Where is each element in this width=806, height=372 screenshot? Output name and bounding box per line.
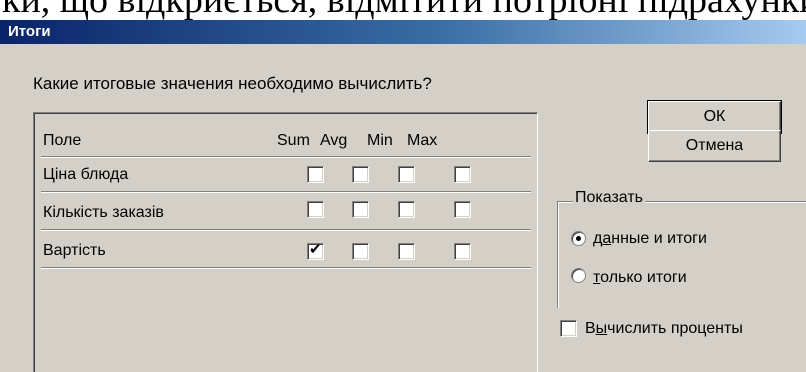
ok-button[interactable]: ОК (647, 100, 782, 134)
radio-detail-and-totals[interactable] (571, 231, 586, 246)
radio-detail-label-rest: нные и итоги (611, 230, 707, 247)
column-header-max: Max (407, 132, 438, 149)
show-group-legend: Показать (573, 188, 646, 208)
percent-label-accel: ы (595, 320, 608, 337)
checkbox-price-avg[interactable]: ✔ (352, 166, 369, 183)
checkbox-orders-max[interactable]: ✔ (454, 201, 471, 218)
checkbox-calculate-percent[interactable]: ✔ (560, 320, 577, 337)
row-separator (41, 191, 531, 193)
checkbox-cost-sum[interactable]: ✔ (307, 241, 324, 260)
document-background: ки, що відкриється, відмітити потрібні п… (0, 0, 806, 20)
checkbox-price-max[interactable]: ✔ (454, 166, 471, 183)
cancel-button[interactable]: Отмена (648, 130, 781, 162)
dialog-titlebar[interactable]: Итоги (0, 20, 806, 44)
percent-label-rest: числить проценты (607, 320, 743, 337)
show-groupbox (557, 201, 806, 308)
radio-detail-label-prefix: д (593, 230, 603, 247)
radio-detail-label[interactable]: данные и итоги (593, 229, 707, 249)
percent-label-prefix: В (585, 320, 596, 337)
checkbox-price-sum[interactable]: ✔ (307, 166, 324, 183)
radio-summary-label[interactable]: только итоги (593, 268, 687, 288)
radio-totals-only[interactable] (571, 268, 586, 283)
row-separator (41, 267, 531, 269)
column-header-avg: Avg (320, 132, 348, 149)
field-name-price: Ціна блюда (43, 166, 129, 183)
radio-summary-label-rest: олько итоги (600, 269, 687, 286)
field-name-cost: Вартість (43, 242, 106, 259)
field-column-header: Поле (43, 132, 82, 149)
checkbox-cost-min[interactable]: ✔ (398, 243, 415, 260)
header-separator (41, 156, 531, 158)
checkbox-cost-avg[interactable]: ✔ (352, 243, 369, 260)
column-header-min: Min (367, 132, 393, 149)
field-name-orders: Кількість заказів (43, 204, 164, 221)
radio-detail-label-accel: а (602, 230, 612, 247)
fields-panel: Поле Sum Avg Min Max Ціна блюда ✔ ✔ ✔ ✔ … (33, 112, 538, 372)
checkbox-orders-min[interactable]: ✔ (398, 201, 415, 218)
checkbox-cost-max[interactable]: ✔ (454, 243, 471, 260)
check-mark-icon: ✔ (309, 241, 322, 258)
document-text: ки, що відкриється, відмітити потрібні п… (2, 0, 806, 20)
calculate-percent-label[interactable]: Вычислить проценты (585, 319, 743, 339)
radio-dot-icon (576, 236, 581, 241)
checkbox-price-min[interactable]: ✔ (398, 166, 415, 183)
dialog-title: Итоги (8, 23, 51, 40)
column-header-sum: Sum (277, 132, 310, 149)
row-separator (41, 229, 531, 231)
checkbox-orders-sum[interactable]: ✔ (307, 201, 324, 218)
question-label: Какие итоговые значения необходимо вычис… (33, 74, 432, 93)
checkbox-orders-avg[interactable]: ✔ (352, 201, 369, 218)
